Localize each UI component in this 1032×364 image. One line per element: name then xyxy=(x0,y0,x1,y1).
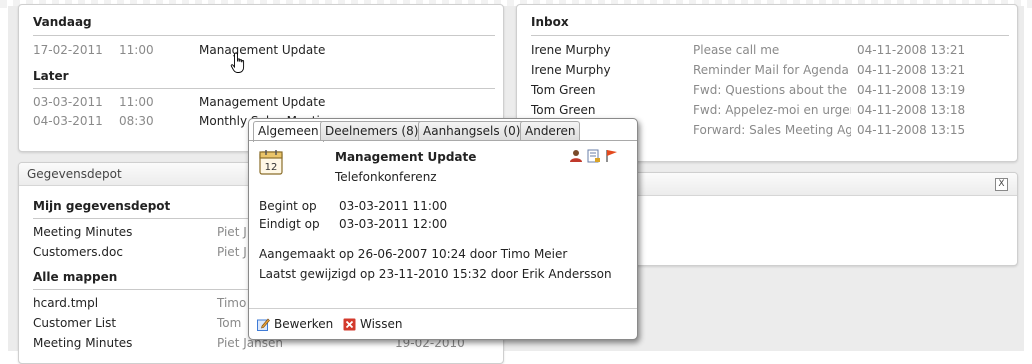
svg-text:12: 12 xyxy=(265,162,278,173)
mail-date: 04-11-2008 13:21 xyxy=(857,43,966,57)
tab-anderen[interactable]: Anderen xyxy=(520,121,581,141)
participants-icon[interactable] xyxy=(569,149,583,166)
mail-sender: Irene Murphy xyxy=(531,63,611,77)
edit-icon xyxy=(257,318,270,334)
mail-sender: Irene Murphy xyxy=(531,43,611,57)
later-heading: Later xyxy=(33,69,69,83)
all-folders-heading: Alle mappen xyxy=(33,270,118,284)
end-label: Eindigt op xyxy=(259,217,320,231)
tab-algemeen[interactable]: Algemeen xyxy=(253,121,324,142)
file-name[interactable]: Customer List xyxy=(33,314,116,332)
appointment-row[interactable]: 03-03-2011 11:00 Management Update xyxy=(33,93,493,111)
appointment-time: 11:00 xyxy=(119,43,154,57)
export-icon[interactable] xyxy=(587,149,601,166)
tab-aanhangsels[interactable]: Aanhangsels (0) xyxy=(418,121,526,141)
mail-row[interactable]: Irene Murphy Please call me 04-11-2008 1… xyxy=(531,41,1001,59)
start-label: Begint op xyxy=(259,199,317,213)
appointment-date: 03-03-2011 xyxy=(33,95,103,109)
mail-row[interactable]: Irene Murphy Reminder Mail for Agenda 04… xyxy=(531,61,1001,79)
mail-sender: Tom Green xyxy=(531,103,596,117)
calendar-icon: 12 xyxy=(259,149,283,175)
end-value: 03-03-2011 12:00 xyxy=(339,217,448,231)
hand-cursor-icon xyxy=(230,52,248,74)
file-name[interactable]: Customers.doc xyxy=(33,243,123,261)
file-owner: Tom xyxy=(217,316,242,330)
appointment-row[interactable]: 17-02-2011 11:00 Management Update xyxy=(33,41,493,59)
appointment-popup: Algemeen Deelnemers (8) Aanhangsels (0) … xyxy=(248,118,638,340)
file-name[interactable]: hcard.tmpl xyxy=(33,294,98,312)
inbox-divider xyxy=(531,35,1009,36)
mail-date: 04-11-2008 13:15 xyxy=(857,123,966,137)
inbox-heading: Inbox xyxy=(531,15,569,29)
file-owner: Timo xyxy=(217,296,247,310)
mail-subject: Please call me xyxy=(693,43,780,57)
file-owner: Piet J xyxy=(217,245,247,259)
appointment-title: Management Update xyxy=(335,150,477,164)
delete-icon xyxy=(343,318,356,334)
file-name[interactable]: Meeting Minutes xyxy=(33,223,132,241)
mail-row[interactable]: Tom Green Fwd: Appelez-moi en urgenc 04-… xyxy=(531,101,1001,119)
appointment-time: 11:00 xyxy=(119,95,154,109)
file-name[interactable]: Meeting Minutes xyxy=(33,334,132,352)
mail-date: 04-11-2008 13:19 xyxy=(857,83,966,97)
mail-subject: Forward: Sales Meeting Age xyxy=(693,123,851,137)
modified-info: Laatst gewijzigd op 23-11-2010 15:32 doo… xyxy=(259,267,612,281)
popup-footer: Bewerken Wissen xyxy=(249,308,637,339)
file-owner: Piet J xyxy=(217,225,247,239)
created-info: Aangemaakt op 26-06-2007 10:24 door Timo… xyxy=(259,247,568,261)
mail-subject: Fwd: Appelez-moi en urgenc xyxy=(693,103,851,117)
appointment-date: 17-02-2011 xyxy=(33,43,103,57)
action-icons xyxy=(569,149,629,163)
today-divider xyxy=(33,35,495,36)
appointment-title[interactable]: Management Update xyxy=(199,41,325,59)
today-heading: Vandaag xyxy=(33,15,92,29)
mail-date: 04-11-2008 13:21 xyxy=(857,63,966,77)
later-divider xyxy=(33,88,495,89)
mail-row[interactable]: Tom Green Fwd: Questions about the m 04-… xyxy=(531,81,1001,99)
mail-subject: Reminder Mail for Agenda xyxy=(693,63,849,77)
start-value: 03-03-2011 11:00 xyxy=(339,199,448,213)
mail-sender: Tom Green xyxy=(531,83,596,97)
appointment-date: 04-03-2011 xyxy=(33,114,103,128)
mail-subject: Fwd: Questions about the m xyxy=(693,83,851,97)
tab-deelnemers[interactable]: Deelnemers (8) xyxy=(320,121,424,141)
appointment-title[interactable]: Management Update xyxy=(199,93,325,111)
widget-close-button[interactable]: X xyxy=(995,178,1008,191)
mail-date: 04-11-2008 13:18 xyxy=(857,103,966,117)
tab-underline xyxy=(249,140,637,141)
edit-label: Bewerken xyxy=(274,317,334,331)
my-files-heading: Mijn gegevensdepot xyxy=(33,199,171,213)
flag-icon[interactable] xyxy=(605,149,619,166)
delete-label: Wissen xyxy=(360,317,403,331)
appointment-subtitle: Telefonkonferenz xyxy=(335,170,437,184)
appointment-time: 08:30 xyxy=(119,114,154,128)
